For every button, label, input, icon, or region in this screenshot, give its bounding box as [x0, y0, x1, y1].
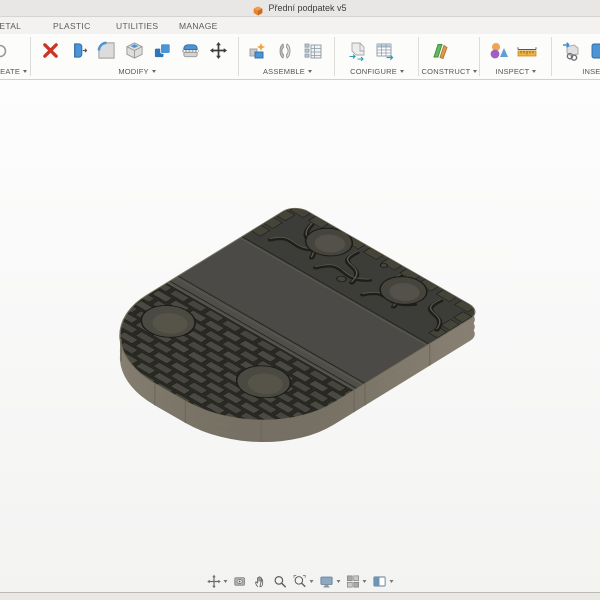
- toolbar-group-construct: CONSTRUCT: [420, 34, 479, 79]
- document-title: Přední podpatek v5: [268, 3, 347, 13]
- new-component-icon[interactable]: [243, 38, 271, 63]
- configuration-table-icon[interactable]: [371, 38, 399, 63]
- combine-icon[interactable]: [148, 38, 176, 63]
- assemble-dropdown[interactable]: ASSEMBLE: [241, 67, 334, 76]
- chevron-down-icon: [389, 579, 394, 583]
- status-strip: [0, 592, 600, 600]
- toolbar-separator: [238, 37, 239, 76]
- pan-button[interactable]: [252, 572, 269, 590]
- view-navigation-bar: [206, 572, 395, 590]
- shell-icon[interactable]: [120, 38, 148, 63]
- fusion-window: Přední podpatek v5 METAL PLASTIC UTILITI…: [0, 0, 600, 600]
- grid-icon: [347, 575, 359, 587]
- construct-dropdown[interactable]: CONSTRUCT: [420, 67, 479, 76]
- viewports-button[interactable]: [371, 572, 395, 590]
- chevron-down-icon: [399, 70, 404, 73]
- tab-manage[interactable]: MANAGE: [179, 21, 218, 31]
- fit-button[interactable]: [292, 572, 315, 590]
- split-body-icon[interactable]: [176, 38, 204, 63]
- fusion-document-icon: [253, 3, 263, 16]
- toolbar-group-inspect: INSPECT: [481, 34, 551, 79]
- look-at-icon: [234, 576, 245, 586]
- display-settings-button[interactable]: [318, 572, 342, 590]
- insert-partial-icon[interactable]: [585, 38, 600, 63]
- display-settings-icon: [320, 576, 333, 587]
- pan-hand-icon: [255, 575, 264, 587]
- measure-ruler-icon[interactable]: [513, 38, 541, 63]
- toolbar-separator: [418, 37, 419, 76]
- move-copy-icon[interactable]: [204, 38, 232, 63]
- toolbar-separator: [30, 37, 31, 76]
- toolbar-separator: [479, 37, 480, 76]
- main-toolbar: CREATE: [0, 34, 600, 80]
- modify-dropdown[interactable]: MODIFY: [36, 67, 238, 76]
- orbit-button[interactable]: [206, 572, 229, 590]
- chevron-down-icon: [151, 70, 156, 73]
- fillet-icon[interactable]: [92, 38, 120, 63]
- toolbar-group-insert: INSERT: [553, 34, 600, 79]
- toolbar-tabs: METAL PLASTIC UTILITIES MANAGE: [0, 17, 600, 34]
- chevron-down-icon: [532, 70, 537, 73]
- titlebar: Přední podpatek v5: [0, 0, 600, 17]
- toolbar-separator: [551, 37, 552, 76]
- delete-icon[interactable]: [36, 38, 64, 63]
- rigid-group-icon[interactable]: [299, 38, 327, 63]
- chevron-down-icon: [473, 70, 478, 73]
- zoom-button[interactable]: [272, 572, 289, 590]
- toolbar-group-assemble: ASSEMBLE: [241, 34, 334, 79]
- toolbar-group-configure: CONFIGURE: [337, 34, 417, 79]
- grid-and-snaps-button[interactable]: [345, 572, 368, 590]
- toolbar-group-modify: MODIFY: [36, 34, 238, 79]
- create-partial-circle-icon[interactable]: [0, 38, 8, 63]
- configure-design-icon[interactable]: [343, 38, 371, 63]
- viewports-icon: [373, 576, 386, 586]
- construct-plane-icon[interactable]: [426, 38, 454, 63]
- toolbar-separator: [334, 37, 335, 76]
- chevron-down-icon: [362, 579, 367, 583]
- look-at-button[interactable]: [232, 572, 249, 590]
- tab-plastic[interactable]: PLASTIC: [53, 21, 91, 31]
- zoom-icon: [274, 575, 286, 587]
- chevron-down-icon: [309, 579, 314, 583]
- configure-dropdown[interactable]: CONFIGURE: [337, 67, 417, 76]
- inspect-dropdown[interactable]: INSPECT: [481, 67, 551, 76]
- design-canvas[interactable]: [0, 80, 600, 592]
- press-pull-icon[interactable]: [64, 38, 92, 63]
- orbit-icon: [207, 574, 221, 588]
- tab-utilities[interactable]: UTILITIES: [116, 21, 158, 31]
- derive-icon[interactable]: [557, 38, 585, 63]
- chevron-down-icon: [336, 579, 341, 583]
- fit-icon: [293, 574, 306, 587]
- joint-icon[interactable]: [271, 38, 299, 63]
- measure-primitives-icon[interactable]: [485, 38, 513, 63]
- chevron-down-icon: [223, 579, 228, 583]
- insert-dropdown[interactable]: INSERT: [553, 67, 600, 76]
- chevron-down-icon: [23, 70, 28, 73]
- tab-metal[interactable]: METAL: [0, 21, 21, 31]
- chevron-down-icon: [308, 70, 313, 73]
